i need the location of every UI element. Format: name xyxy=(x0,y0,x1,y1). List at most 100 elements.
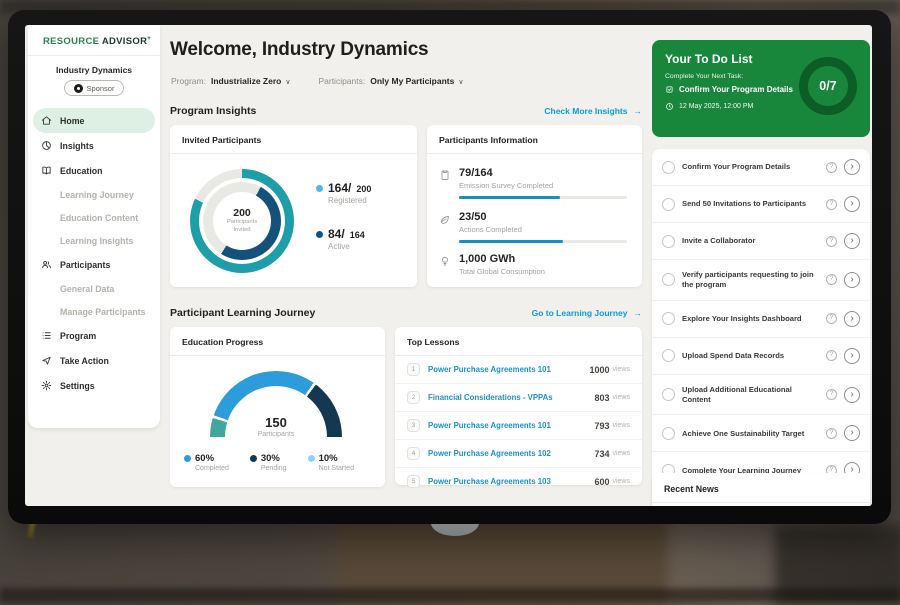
sponsor-badge[interactable]: Sponsor xyxy=(64,80,125,96)
lesson-link[interactable]: Power Purchase Agreements 103 xyxy=(428,477,594,486)
task-checkbox[interactable] xyxy=(662,235,675,248)
go-to-learning-journey-link[interactable]: Go to Learning Journey→ xyxy=(532,308,642,318)
top-lessons-title: Top Lessons xyxy=(395,327,642,356)
insights-icon xyxy=(41,140,52,151)
task-row[interactable]: Invite a Collaborator ? › xyxy=(652,223,870,260)
participants-icon xyxy=(41,259,52,270)
chevron-right-icon[interactable]: › xyxy=(844,272,860,288)
participants-filter-value: Only My Participants xyxy=(370,76,454,86)
org-name: Industry Dynamics xyxy=(28,65,160,75)
sidebar-item-learning-insights[interactable]: Learning Insights xyxy=(28,229,160,252)
help-icon[interactable]: ? xyxy=(826,389,837,400)
chevron-right-icon[interactable]: › xyxy=(844,159,860,175)
learning-journey-title: Participant Learning Journey xyxy=(170,307,315,319)
task-list: Confirm Your Program Details ? › Send 50… xyxy=(652,149,870,506)
lesson-rank: 4 xyxy=(407,447,420,460)
sidebar-item-program[interactable]: Program xyxy=(28,323,160,348)
chevron-down-icon: ∨ xyxy=(458,79,463,86)
sidebar-item-settings[interactable]: Settings xyxy=(28,373,160,398)
lesson-link[interactable]: Power Purchase Agreements 101 xyxy=(428,365,589,374)
task-row[interactable]: Verify participants requesting to join t… xyxy=(652,260,870,301)
todo-title: Your To Do List xyxy=(665,52,753,66)
invited-donut-ring-outer: 200 Participants Invited xyxy=(190,169,294,273)
sidebar-item-participants[interactable]: Participants xyxy=(28,252,160,277)
task-checkbox[interactable] xyxy=(662,388,675,401)
education-gauge: 150 Participants xyxy=(210,371,342,438)
participants-information-card: Participants Information 79/164 Emission… xyxy=(427,125,642,287)
help-icon[interactable]: ? xyxy=(826,199,837,210)
gauge-center: 150 Participants xyxy=(210,415,342,438)
legend-not-started: 10% Not Started xyxy=(308,453,354,472)
invited-participants-donut: 200 Participants Invited xyxy=(190,169,294,273)
help-icon[interactable]: ? xyxy=(826,162,837,173)
participants-information-title: Participants Information xyxy=(427,125,642,154)
task-checkbox[interactable] xyxy=(662,427,675,440)
sidebar-item-manage-participants[interactable]: Manage Participants xyxy=(28,300,160,323)
chevron-right-icon[interactable]: › xyxy=(844,387,860,403)
task-checkbox[interactable] xyxy=(662,349,675,362)
task-row[interactable]: Upload Additional Educational Content ? … xyxy=(652,375,870,416)
help-icon[interactable]: ? xyxy=(826,350,837,361)
recent-news-title: Recent News xyxy=(652,473,870,503)
legend-pending: 30% Pending xyxy=(250,453,287,472)
actions-icon xyxy=(439,213,451,225)
chevron-right-icon[interactable]: › xyxy=(844,348,860,364)
todo-progress-ring: 0/7 xyxy=(799,57,857,115)
take-action-icon xyxy=(41,355,52,366)
lesson-link[interactable]: Power Purchase Agreements 101 xyxy=(428,421,594,430)
chevron-right-icon[interactable]: › xyxy=(844,311,860,327)
sidebar-item-learning-journey[interactable]: Learning Journey xyxy=(28,183,160,206)
task-row[interactable]: Explore Your Insights Dashboard ? › xyxy=(652,301,870,338)
progress-bar-fill xyxy=(459,240,563,243)
sidebar-menu: Home Insights Education Learning Journey… xyxy=(28,104,160,398)
progress-bar xyxy=(459,240,627,243)
task-row[interactable]: Send 50 Invitations to Participants ? › xyxy=(652,186,870,223)
chevron-right-icon[interactable]: › xyxy=(844,425,860,441)
participants-filter[interactable]: Participants: Only My Participants ∨ xyxy=(318,76,463,86)
help-icon[interactable]: ? xyxy=(826,313,837,324)
legend-dot xyxy=(316,231,323,238)
invited-participants-title: Invited Participants xyxy=(170,125,417,154)
legend-dot xyxy=(184,455,191,462)
task-row[interactable]: Confirm Your Program Details ? › xyxy=(652,149,870,186)
task-checkbox[interactable] xyxy=(662,273,675,286)
lesson-link[interactable]: Power Purchase Agreements 102 xyxy=(428,449,594,458)
program-insights-title: Program Insights xyxy=(170,105,256,117)
program-filter[interactable]: Program:Industrialize Zero∨ xyxy=(171,76,290,86)
chevron-right-icon[interactable]: › xyxy=(844,196,860,212)
logo-resource: RESOURCE xyxy=(43,36,99,47)
check-more-insights-link[interactable]: Check More Insights→ xyxy=(544,106,642,116)
invited-participants-card: Invited Participants 200 Participants In… xyxy=(170,125,417,287)
sidebar-item-take-action[interactable]: Take Action xyxy=(28,348,160,373)
todo-next-task: Confirm Your Program Details xyxy=(665,85,793,94)
recent-news-card: Recent News xyxy=(652,473,870,506)
todo-counter: 0/7 xyxy=(819,79,836,93)
sidebar-item-education-content[interactable]: Education Content xyxy=(28,206,160,229)
logo-plus: + xyxy=(147,36,151,42)
task-checkbox[interactable] xyxy=(662,161,675,174)
gauge-legend: 60% Completed 30% Pending 10% Not Starte… xyxy=(184,453,354,472)
task-checkbox[interactable] xyxy=(662,198,675,211)
help-icon[interactable]: ? xyxy=(826,274,837,285)
task-checkbox[interactable] xyxy=(662,312,675,325)
stat-emission-survey: 79/164 Emission Survey Completed xyxy=(439,167,627,199)
todo-subtitle: Complete Your Next Task: xyxy=(665,73,743,80)
help-icon[interactable]: ? xyxy=(826,236,837,247)
lesson-rank: 3 xyxy=(407,419,420,432)
sidebar-item-insights[interactable]: Insights xyxy=(28,133,160,158)
chevron-right-icon[interactable]: › xyxy=(844,233,860,249)
invited-donut-ring-inner: 200 Participants Invited xyxy=(203,182,281,260)
task-row[interactable]: Upload Spend Data Records ? › xyxy=(652,338,870,375)
sidebar-item-education[interactable]: Education xyxy=(28,158,160,183)
help-icon[interactable]: ? xyxy=(826,428,837,439)
todo-due-date: 12 May 2025, 12:00 PM xyxy=(665,102,753,111)
participants-filter-label: Participants: xyxy=(318,76,365,86)
stat-actions-completed: 23/50 Actions Completed xyxy=(439,211,627,243)
sponsor-icon xyxy=(74,84,83,93)
education-icon xyxy=(41,165,52,176)
task-row[interactable]: Achieve One Sustainability Target ? › xyxy=(652,415,870,452)
stat-global-consumption: 1,000 GWh Total Global Consumption xyxy=(439,253,545,276)
lesson-link[interactable]: Financial Considerations - VPPAs xyxy=(428,393,594,402)
sidebar-item-home[interactable]: Home xyxy=(33,108,155,133)
sidebar-item-general-data[interactable]: General Data xyxy=(28,277,160,300)
